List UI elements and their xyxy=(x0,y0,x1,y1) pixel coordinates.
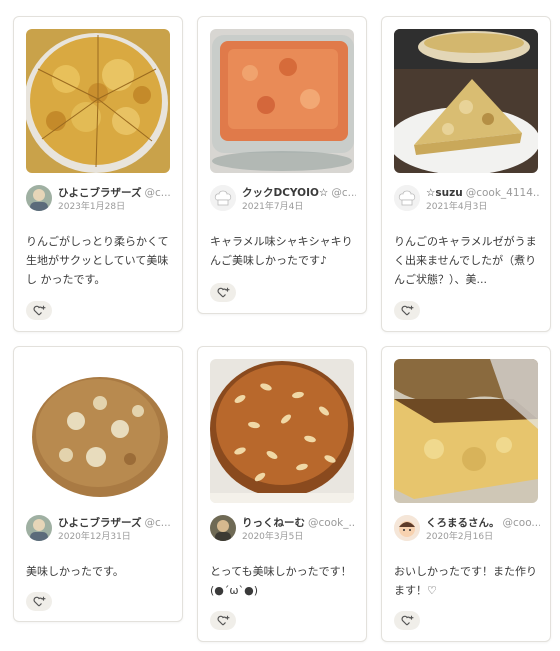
author-name[interactable]: くろまるさん。 xyxy=(426,517,500,529)
tsukurepo-card[interactable]: くろまるさん。 @coo... 2020年2月16日 おいしかったです！また作りま… xyxy=(381,346,551,642)
author-row[interactable]: くろまるさん。 @coo... 2020年2月16日 xyxy=(394,515,540,545)
comment-text: 美味しかったです。 xyxy=(26,565,124,578)
person-photo-avatar[interactable] xyxy=(210,515,236,541)
cartoon-face-avatar[interactable] xyxy=(394,515,420,541)
author-handle: @c... xyxy=(144,187,171,199)
dish-photo[interactable] xyxy=(210,359,354,503)
author-handle: @c... xyxy=(144,517,171,529)
like-button[interactable] xyxy=(394,611,420,630)
tsukurepo-grid: ひよこブラザーズ @c... 2023年1月28日 りんごがしっとり柔らかくて 生… xyxy=(0,0,560,651)
heart-plus-icon xyxy=(400,305,413,316)
like-button[interactable] xyxy=(210,611,236,630)
comment-text: りんごのキャラメルゼがうまく出来ませんでしたが（煮りんご状態？）、美... xyxy=(394,235,537,286)
author-handle: @c... xyxy=(331,187,356,199)
post-date: 2021年4月3日 xyxy=(426,202,488,212)
author-name[interactable]: ひよこブラザーズ xyxy=(58,187,141,199)
comment-text: おいしかったです！また作ります！♡ xyxy=(394,565,537,597)
like-button[interactable] xyxy=(26,592,52,611)
dish-photo[interactable] xyxy=(210,29,354,173)
dish-photo[interactable] xyxy=(26,29,170,173)
tsukurepo-card[interactable]: ひよこブラザーズ @c... 2023年1月28日 りんごがしっとり柔らかくて 生… xyxy=(13,16,183,332)
author-name[interactable]: クックDCYOIO☆ xyxy=(242,187,328,199)
author-name[interactable]: りっくねーむ xyxy=(242,517,305,529)
chef-hat-avatar[interactable] xyxy=(394,185,420,211)
author-row[interactable]: ☆suzu @cook_4114... 2021年4月3日 xyxy=(394,185,540,215)
post-date: 2023年1月28日 xyxy=(58,202,126,212)
post-date: 2020年3月5日 xyxy=(242,532,304,542)
author-row[interactable]: りっくねーむ @cook_... 2020年3月5日 xyxy=(210,515,356,545)
author-handle: @cook_4114... xyxy=(465,187,540,199)
like-button[interactable] xyxy=(394,301,420,320)
like-button[interactable] xyxy=(26,301,52,320)
dish-photo[interactable] xyxy=(394,29,538,173)
tsukurepo-card[interactable]: クックDCYOIO☆ @c... 2021年7月4日 キャラメル味シャキシャキりん… xyxy=(197,16,367,314)
dish-photo[interactable] xyxy=(394,359,538,503)
author-handle: @coo... xyxy=(502,517,541,529)
comment-text: とっても美味しかったです！(●´ω`●) xyxy=(210,565,352,597)
heart-plus-icon xyxy=(400,615,413,626)
person-photo-avatar[interactable] xyxy=(26,185,52,211)
author-row[interactable]: クックDCYOIO☆ @c... 2021年7月4日 xyxy=(210,185,356,215)
tsukurepo-card[interactable]: ひよこブラザーズ @c... 2020年12月31日 美味しかったです。 xyxy=(13,346,183,622)
tsukurepo-card[interactable]: りっくねーむ @cook_... 2020年3月5日 とっても美味しかったです！(… xyxy=(197,346,367,642)
heart-plus-icon xyxy=(32,596,45,607)
post-date: 2020年12月31日 xyxy=(58,532,131,542)
author-handle: @cook_... xyxy=(308,517,356,529)
comment-text: りんごがしっとり柔らかくて 生地がサクッとしていて美味し かったです。 xyxy=(26,235,169,286)
dish-photo[interactable] xyxy=(26,359,170,503)
chef-hat-avatar[interactable] xyxy=(210,185,236,211)
heart-plus-icon xyxy=(216,287,229,298)
like-button[interactable] xyxy=(210,283,236,302)
author-row[interactable]: ひよこブラザーズ @c... 2023年1月28日 xyxy=(26,185,172,215)
author-name[interactable]: ひよこブラザーズ xyxy=(58,517,141,529)
heart-plus-icon xyxy=(32,305,45,316)
person-photo-avatar[interactable] xyxy=(26,515,52,541)
author-row[interactable]: ひよこブラザーズ @c... 2020年12月31日 xyxy=(26,515,172,545)
heart-plus-icon xyxy=(216,615,229,626)
author-name[interactable]: ☆suzu xyxy=(426,187,463,199)
tsukurepo-card[interactable]: ☆suzu @cook_4114... 2021年4月3日 りんごのキャラメルゼが… xyxy=(381,16,551,332)
post-date: 2020年2月16日 xyxy=(426,532,494,542)
post-date: 2021年7月4日 xyxy=(242,202,304,212)
comment-text: キャラメル味シャキシャキりんご美味しかったです♪ xyxy=(210,235,353,267)
